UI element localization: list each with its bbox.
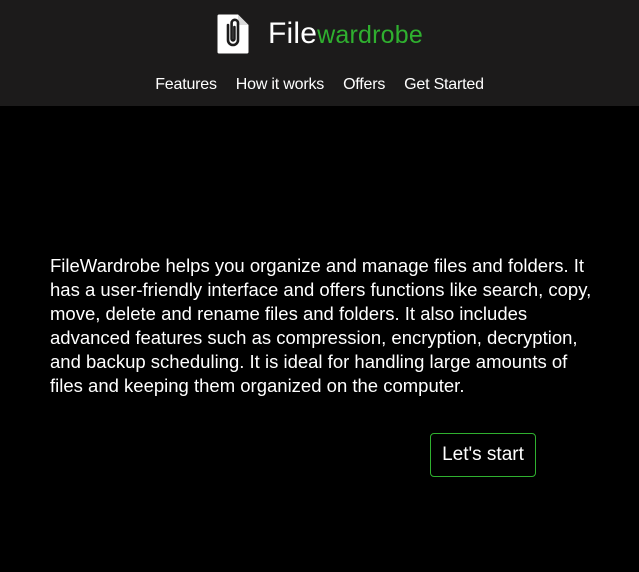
nav-item-features[interactable]: Features <box>155 76 217 100</box>
lets-start-button[interactable]: Let's start <box>430 433 536 477</box>
main-nav: Features How it works Offers Get Started <box>0 76 639 100</box>
nav-item-how-it-works[interactable]: How it works <box>236 76 324 100</box>
nav-item-get-started[interactable]: Get Started <box>404 76 484 100</box>
brand-name-wardrobe: wardrobe <box>317 21 423 49</box>
brand-name: Filewardrobe <box>268 19 423 49</box>
site-header: Filewardrobe Features How it works Offer… <box>0 0 639 106</box>
brand-name-file: File <box>268 17 318 50</box>
paperclip-document-icon <box>216 13 250 55</box>
brand[interactable]: Filewardrobe <box>0 12 639 56</box>
nav-item-offers[interactable]: Offers <box>343 76 385 100</box>
product-description: FileWardrobe helps you organize and mana… <box>50 254 592 396</box>
